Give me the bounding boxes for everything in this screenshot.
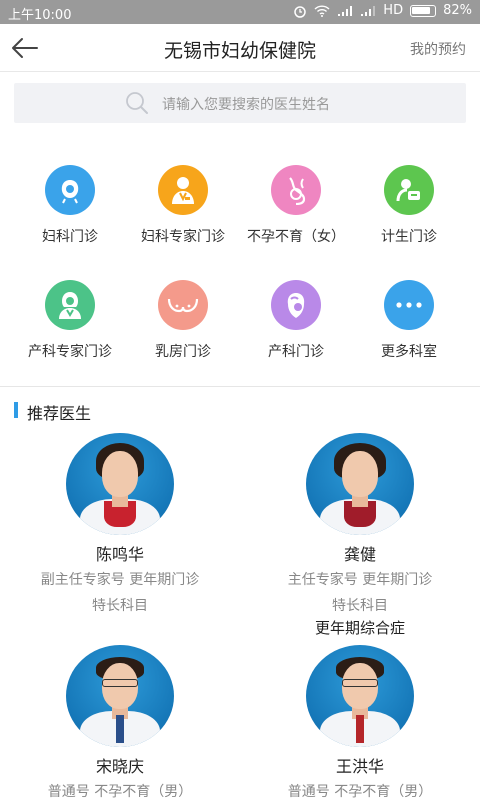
pregnancy-icon	[271, 165, 321, 215]
network-type: HD	[383, 3, 404, 18]
dept-label: 不孕不育（女）	[247, 229, 345, 245]
dept-more[interactable]: 更多科室	[349, 280, 469, 361]
doctor-info: 普通号 不孕不育（男）	[287, 784, 433, 800]
battery-icon	[410, 4, 437, 17]
family-planning-icon	[384, 165, 434, 215]
dept-obstetrics[interactable]: 产科门诊	[236, 280, 356, 361]
doctor-avatar	[66, 433, 174, 535]
doctor-info: 主任专家号 更年期门诊	[287, 572, 433, 588]
dept-breast[interactable]: 乳房门诊	[123, 280, 243, 361]
dept-obstetric-expert[interactable]: 产科专家门诊	[10, 280, 130, 361]
section-accent-bar	[14, 402, 18, 418]
dept-family-planning[interactable]: 计生门诊	[349, 165, 469, 246]
battery-level: 82%	[443, 3, 472, 18]
status-bar: 上午10:00 HD 82%	[0, 0, 480, 24]
doctor-avatar	[66, 645, 174, 747]
dept-label: 更多科室	[381, 344, 437, 360]
doctor-icon	[158, 165, 208, 215]
doctor-card[interactable]: 陈鸣华 副主任专家号 更年期门诊 特长科目	[0, 433, 240, 615]
doctor-name: 宋晓庆	[95, 757, 144, 776]
page-title: 无锡市妇幼保健院	[163, 40, 316, 62]
female-doctor-icon	[45, 280, 95, 330]
specialty-label: 特长科目	[332, 598, 388, 614]
search-icon	[124, 91, 150, 119]
doctor-info: 副主任专家号 更年期门诊	[40, 572, 200, 588]
doctor-card[interactable]: 宋晓庆 普通号 不孕不育（男）	[0, 645, 240, 800]
wifi-icon	[314, 4, 330, 17]
dept-infertility-female[interactable]: 不孕不育（女）	[236, 165, 356, 246]
dept-label: 乳房门诊	[155, 344, 211, 360]
section-divider	[0, 386, 480, 387]
dept-label: 计生门诊	[381, 229, 437, 245]
doctor-card[interactable]: 龚健 主任专家号 更年期门诊 特长科目 更年期综合症	[240, 433, 480, 638]
doctor-name: 王洪华	[335, 757, 384, 776]
more-icon	[384, 280, 434, 330]
woman-head-icon	[45, 165, 95, 215]
dept-gyn-expert[interactable]: 妇科专家门诊	[123, 165, 243, 246]
my-appointment-link[interactable]: 我的预约	[410, 39, 466, 59]
dept-gynecology[interactable]: 妇科门诊	[10, 165, 130, 246]
recommended-title: 推荐医生	[27, 404, 92, 423]
doctor-card[interactable]: 王洪华 普通号 不孕不育（男）	[240, 645, 480, 800]
mother-baby-icon	[271, 280, 321, 330]
dept-label: 产科专家门诊	[28, 344, 112, 360]
doctor-avatar	[306, 645, 414, 747]
dept-label: 妇科专家门诊	[141, 229, 225, 245]
status-time: 上午10:00	[8, 8, 72, 23]
doctor-name: 陈鸣华	[95, 545, 144, 564]
status-icons: HD 82%	[293, 3, 472, 18]
doctor-avatar	[306, 433, 414, 535]
app-header: 无锡市妇幼保健院 我的预约	[0, 24, 480, 72]
dept-label: 产科门诊	[268, 344, 324, 360]
breast-icon	[158, 280, 208, 330]
alarm-icon	[293, 4, 307, 18]
doctor-name: 龚健	[343, 545, 376, 564]
doctor-specialty: 更年期综合症	[314, 619, 405, 637]
doctor-info: 普通号 不孕不育（男）	[47, 784, 193, 800]
dept-label: 妇科门诊	[42, 229, 98, 245]
doctor-search-bar[interactable]: 请输入您要搜索的医生姓名	[14, 83, 466, 123]
search-input[interactable]: 请输入您要搜索的医生姓名	[162, 94, 330, 114]
signal-2-icon	[360, 5, 376, 17]
specialty-label: 特长科目	[92, 598, 148, 614]
signal-icon	[337, 5, 353, 17]
